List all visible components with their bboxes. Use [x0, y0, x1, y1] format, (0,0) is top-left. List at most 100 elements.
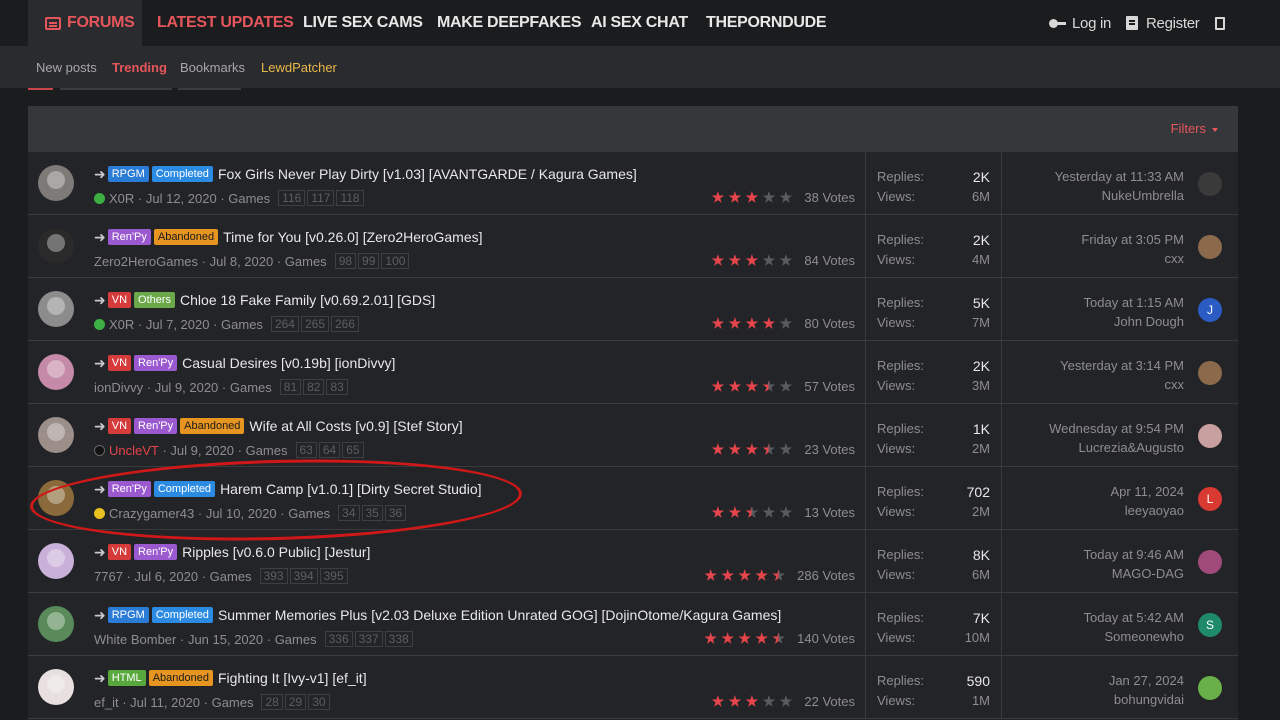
last-post-avatar[interactable]: [1198, 550, 1222, 574]
thread-forum[interactable]: Games: [228, 191, 270, 206]
author-avatar[interactable]: [38, 669, 74, 705]
arrow-right-icon[interactable]: ➜: [94, 607, 106, 624]
thread-title[interactable]: Summer Memories Plus [v2.03 Deluxe Editi…: [218, 607, 781, 623]
last-post-user[interactable]: bohungvidai: [1114, 692, 1184, 707]
last-post-avatar[interactable]: S: [1198, 613, 1222, 637]
thread-title[interactable]: Time for You [v0.26.0] [Zero2HeroGames]: [223, 229, 482, 245]
page-link[interactable]: 393: [259, 568, 288, 584]
arrow-right-icon[interactable]: ➜: [94, 418, 106, 435]
page-link[interactable]: 338: [384, 631, 413, 647]
prefix-tag[interactable]: HTML: [107, 670, 146, 686]
thread-title[interactable]: Wife at All Costs [v0.9] [Stef Story]: [249, 418, 462, 434]
page-link[interactable]: 29: [284, 694, 307, 710]
last-post-user[interactable]: NukeUmbrella: [1102, 188, 1184, 203]
page-link[interactable]: 82: [303, 379, 325, 395]
last-post-user[interactable]: Someonewho: [1105, 629, 1185, 644]
thread-date[interactable]: Jul 9, 2020: [155, 380, 219, 395]
thread-date[interactable]: Jul 10, 2020: [206, 506, 277, 521]
thread-row[interactable]: ➜ VN Ren'Py Abandoned Wife at All Costs [v…: [28, 404, 1238, 467]
last-post-user[interactable]: Lucrezia&Augusto: [1078, 440, 1184, 455]
page-link[interactable]: 264: [270, 316, 299, 332]
arrow-right-icon[interactable]: ➜: [94, 229, 106, 246]
subnav-bookmarks[interactable]: Bookmarks: [180, 60, 245, 75]
page-link[interactable]: 116: [278, 190, 306, 206]
thread-author[interactable]: X0R: [109, 317, 134, 332]
thread-author[interactable]: ef_it: [94, 695, 119, 710]
thread-forum[interactable]: Games: [288, 506, 330, 521]
last-post-avatar[interactable]: [1198, 361, 1222, 385]
thread-forum[interactable]: Games: [212, 695, 254, 710]
arrow-right-icon[interactable]: ➜: [94, 292, 106, 309]
last-post-date[interactable]: Jan 27, 2024: [1109, 673, 1184, 688]
thread-row[interactable]: ➜ RPGM Completed Summer Memories Plus [v2…: [28, 593, 1238, 656]
prefix-tag[interactable]: Completed: [153, 481, 216, 497]
last-post-avatar[interactable]: [1198, 676, 1222, 700]
thread-author[interactable]: Crazygamer43: [109, 506, 194, 521]
prefix-tag[interactable]: VN: [107, 418, 132, 434]
page-link[interactable]: 64: [318, 442, 341, 458]
page-link[interactable]: 266: [331, 316, 360, 332]
thread-date[interactable]: Jul 7, 2020: [146, 317, 210, 332]
thread-row[interactable]: ➜ RPGM Completed Fox Girls Never Play Dir…: [28, 152, 1238, 215]
thread-date[interactable]: Jul 8, 2020: [210, 254, 274, 269]
rating-stars[interactable]: [704, 632, 789, 645]
last-post-date[interactable]: Yesterday at 3:14 PM: [1060, 358, 1184, 373]
last-post-user[interactable]: cxx: [1165, 377, 1185, 392]
nav-forums[interactable]: FORUMS: [28, 0, 142, 46]
page-link[interactable]: 28: [261, 694, 283, 710]
rating-stars[interactable]: [711, 254, 796, 267]
page-link[interactable]: 81: [279, 379, 302, 395]
prefix-tag[interactable]: Ren'Py: [134, 418, 178, 434]
thread-author[interactable]: White Bomber: [94, 632, 176, 647]
page-link[interactable]: 336: [324, 631, 353, 647]
last-post-user[interactable]: John Dough: [1114, 314, 1184, 329]
subnav-lewdpatcher[interactable]: LewdPatcher: [261, 60, 337, 75]
prefix-tag[interactable]: Others: [134, 292, 176, 308]
subnav-new-posts[interactable]: New posts: [36, 60, 97, 75]
page-link[interactable]: 99: [358, 253, 380, 269]
thread-date[interactable]: Jul 11, 2020: [130, 695, 200, 710]
author-avatar[interactable]: [38, 228, 74, 264]
arrow-right-icon[interactable]: ➜: [94, 481, 106, 498]
thread-author[interactable]: Zero2HeroGames: [94, 254, 198, 269]
last-post-date[interactable]: Friday at 3:05 PM: [1081, 232, 1184, 247]
prefix-tag[interactable]: VN: [107, 292, 132, 308]
prefix-tag[interactable]: Completed: [151, 166, 213, 182]
prefix-tag[interactable]: Ren'Py: [134, 355, 178, 371]
thread-forum[interactable]: Games: [285, 254, 327, 269]
thread-title[interactable]: Fox Girls Never Play Dirty [v1.03] [AVAN…: [218, 166, 637, 182]
thread-row[interactable]: ➜ VN Ren'Py Ripples [v0.6.0 Public] [Jest…: [28, 530, 1238, 593]
prefix-tag[interactable]: RPGM: [107, 166, 149, 182]
thread-row[interactable]: ➜ VN Others Chloe 18 Fake Family [v0.69.2…: [28, 278, 1238, 341]
rating-stars[interactable]: [711, 191, 796, 204]
thread-title[interactable]: Chloe 18 Fake Family [v0.69.2.01] [GDS]: [180, 292, 435, 308]
thread-title[interactable]: Fighting It [Ivy-v1] [ef_it]: [218, 670, 367, 686]
prefix-tag[interactable]: Abandoned: [153, 229, 219, 245]
author-avatar[interactable]: [38, 291, 74, 327]
last-post-avatar[interactable]: [1198, 235, 1222, 259]
page-link[interactable]: 265: [300, 316, 329, 332]
thread-author[interactable]: ionDivvy: [94, 380, 143, 395]
rating-stars[interactable]: [711, 695, 796, 708]
login-button[interactable]: Log in: [1049, 0, 1111, 46]
nav-live-cams[interactable]: LIVE SEX CAMS: [303, 0, 423, 46]
thread-date[interactable]: Jul 12, 2020: [146, 191, 217, 206]
last-post-user[interactable]: cxx: [1165, 251, 1185, 266]
arrow-right-icon[interactable]: ➜: [94, 670, 106, 687]
thread-date[interactable]: Jul 9, 2020: [170, 443, 234, 458]
rating-stars[interactable]: [711, 317, 796, 330]
page-link[interactable]: 395: [319, 568, 348, 584]
rating-stars[interactable]: [711, 506, 796, 519]
arrow-right-icon[interactable]: ➜: [94, 166, 106, 183]
prefix-tag[interactable]: Ren'Py: [134, 544, 178, 560]
thread-row[interactable]: ➜ VN Ren'Py Casual Desires [v0.19b] [ionD…: [28, 341, 1238, 404]
last-post-date[interactable]: Today at 9:46 AM: [1084, 547, 1184, 562]
rating-stars[interactable]: [711, 443, 796, 456]
thread-forum[interactable]: Games: [230, 380, 272, 395]
rating-stars[interactable]: [704, 569, 789, 582]
page-link[interactable]: 117: [307, 190, 335, 206]
author-avatar[interactable]: [38, 165, 74, 201]
thread-date[interactable]: Jul 6, 2020: [134, 569, 198, 584]
thread-row[interactable]: ➜ Ren'Py Abandoned Time for You [v0.26.0]…: [28, 215, 1238, 278]
register-button[interactable]: Register: [1126, 0, 1200, 46]
